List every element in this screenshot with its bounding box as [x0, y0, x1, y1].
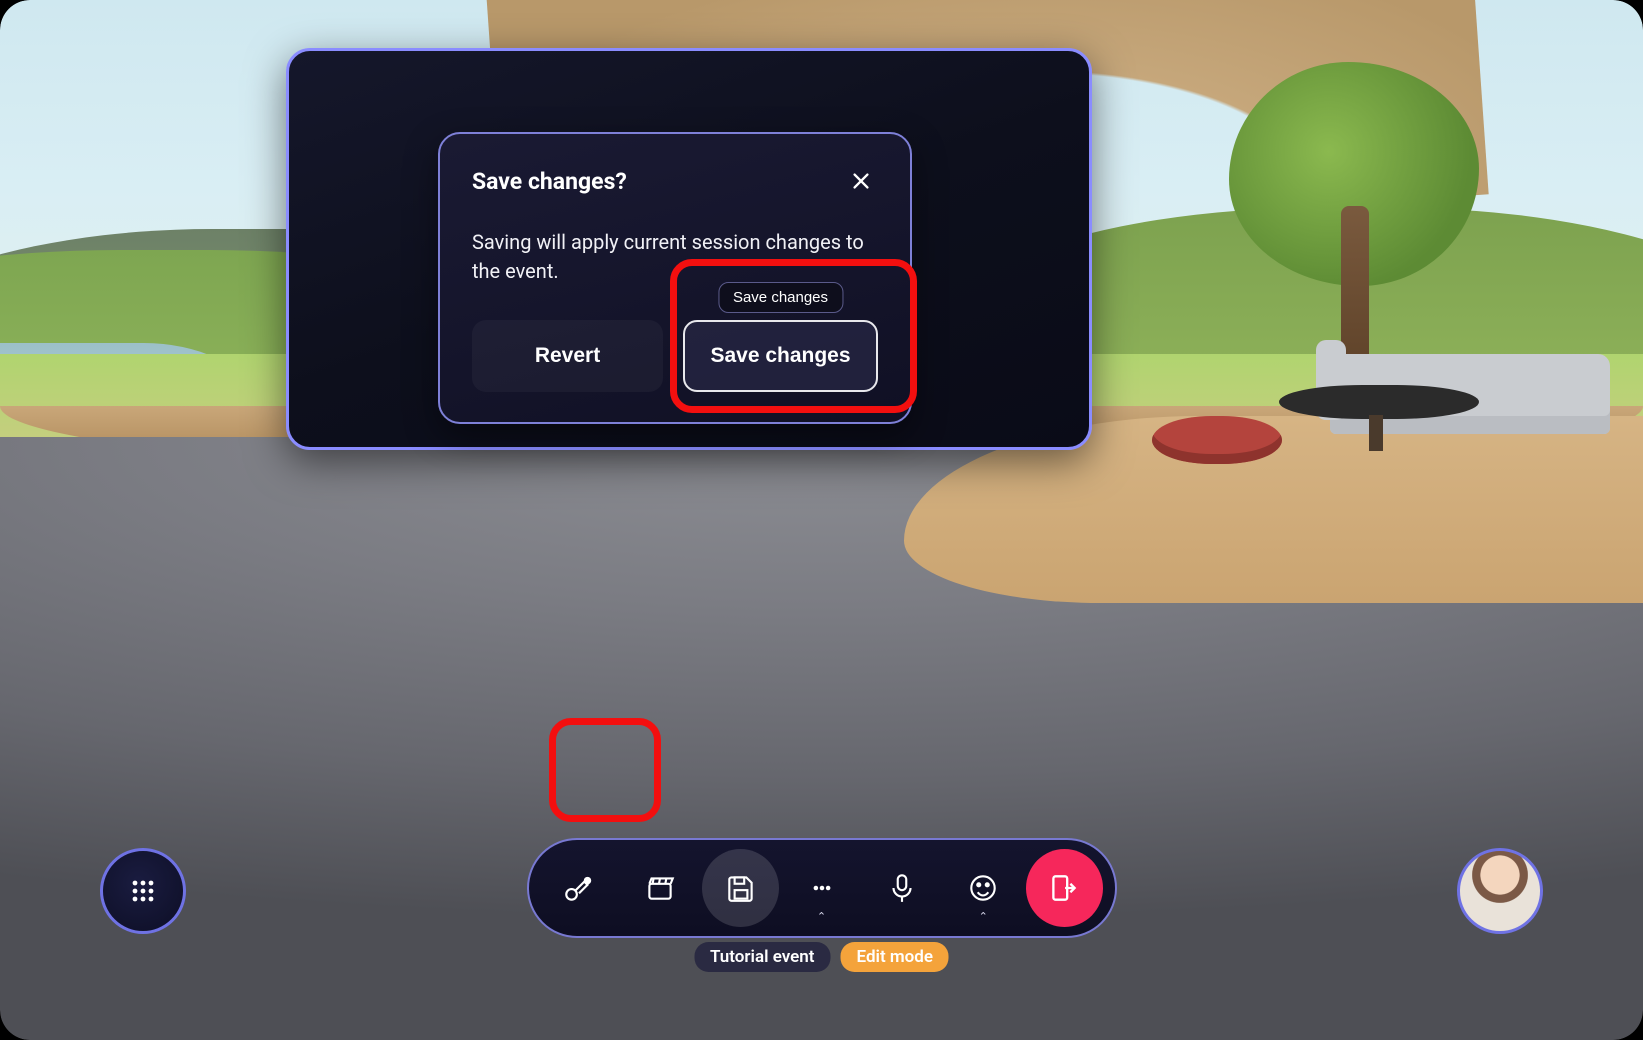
toolbar-scene-button[interactable]	[621, 849, 698, 927]
toolbar-react-button[interactable]: ⌃	[945, 849, 1022, 927]
more-icon	[808, 874, 836, 902]
microphone-icon	[885, 871, 919, 905]
save-changes-dialog: Save changes? Saving will apply current …	[438, 132, 912, 424]
chevron-up-icon: ⌃	[979, 910, 988, 923]
save-changes-button-label: Save changes	[710, 344, 850, 368]
toolbar-more-button[interactable]: ⌃	[783, 849, 860, 927]
menu-launcher-button[interactable]	[100, 848, 186, 934]
status-bar: Tutorial event Edit mode	[694, 942, 949, 972]
toolbar-mic-button[interactable]	[864, 849, 941, 927]
save-changes-button[interactable]: Save changes Save changes	[683, 320, 878, 392]
user-avatar-button[interactable]	[1457, 848, 1543, 934]
customize-icon	[562, 871, 596, 905]
revert-button[interactable]: Revert	[472, 320, 663, 392]
toolbar-leave-button[interactable]	[1026, 849, 1103, 927]
dialog-close-button[interactable]	[844, 164, 878, 198]
bottom-toolbar: ⌃ ⌃	[527, 838, 1117, 938]
clapperboard-icon	[643, 871, 677, 905]
leave-icon	[1047, 871, 1081, 905]
toolbar-customize-button[interactable]	[541, 849, 618, 927]
save-changes-tooltip: Save changes	[718, 282, 843, 313]
chevron-up-icon: ⌃	[817, 910, 826, 923]
app-stage: Save changes? Saving will apply current …	[0, 0, 1643, 1040]
save-icon	[724, 871, 758, 905]
dialog-body: Saving will apply current session change…	[472, 228, 878, 286]
grid-icon	[127, 875, 159, 907]
close-icon	[850, 170, 872, 192]
toolbar-save-button[interactable]	[702, 849, 779, 927]
edit-mode-badge: Edit mode	[841, 942, 949, 972]
event-name-badge: Tutorial event	[694, 942, 831, 972]
dialog-title: Save changes?	[472, 168, 627, 195]
emoji-icon	[966, 871, 1000, 905]
